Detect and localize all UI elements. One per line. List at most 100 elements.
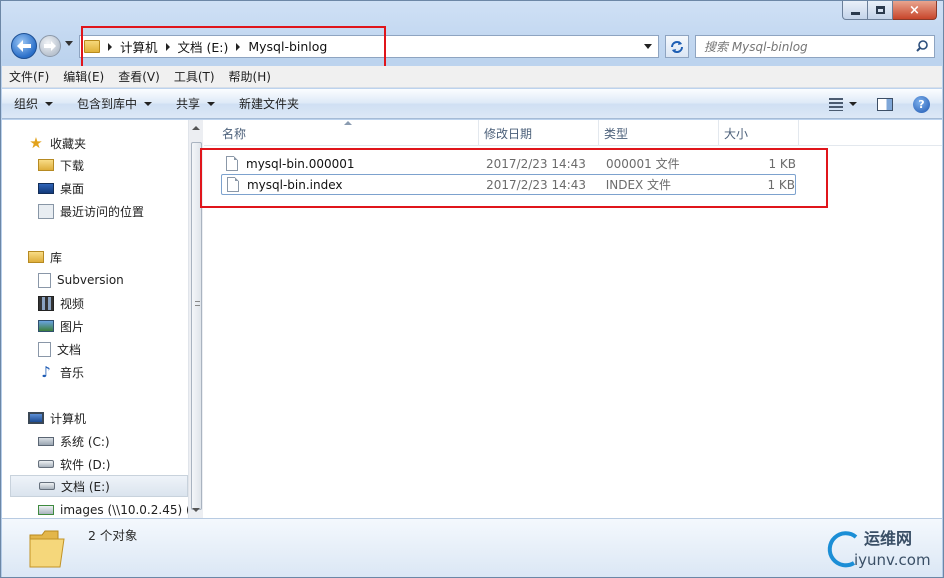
tree-desktop[interactable]: 桌面 bbox=[38, 177, 84, 199]
file-date: 2017/2/23 14:43 bbox=[486, 177, 587, 192]
file-row[interactable]: mysql-bin.index 2017/2/23 14:43 INDEX 文件… bbox=[221, 174, 796, 195]
breadcrumb-computer[interactable]: 计算机 bbox=[120, 37, 158, 56]
document-icon bbox=[38, 341, 51, 357]
file-icon bbox=[227, 177, 239, 192]
column-type-label: 类型 bbox=[604, 126, 629, 141]
grip-icon bbox=[195, 301, 200, 306]
tree-downloads[interactable]: 下载 bbox=[38, 154, 84, 176]
preview-pane-icon[interactable] bbox=[877, 97, 893, 111]
desktop-icon bbox=[38, 182, 54, 194]
tree-downloads-label: 下载 bbox=[60, 158, 85, 173]
column-name-header[interactable]: 名称 bbox=[204, 120, 479, 146]
breadcrumb-drive-e[interactable]: 文档 (E:) bbox=[178, 37, 229, 56]
chevron-right-icon[interactable] bbox=[108, 42, 112, 51]
tree-music-label: 音乐 bbox=[60, 365, 85, 380]
menu-view[interactable]: 查看(V) bbox=[111, 68, 167, 85]
scrollbar-thumb[interactable] bbox=[191, 142, 202, 510]
column-date-header[interactable]: 修改日期 bbox=[479, 120, 599, 146]
search-input[interactable] bbox=[696, 36, 906, 57]
menu-tools[interactable]: 工具(T) bbox=[167, 68, 222, 85]
file-name: mysql-bin.index bbox=[246, 177, 343, 192]
view-controls: ? bbox=[829, 89, 942, 119]
search-icon[interactable] bbox=[916, 40, 928, 52]
menu-file[interactable]: 文件(F) bbox=[2, 68, 56, 85]
address-dropdown-icon[interactable] bbox=[644, 44, 652, 49]
sort-ascending-icon bbox=[344, 121, 352, 125]
view-dropdown-icon[interactable] bbox=[849, 102, 857, 106]
tree-computer[interactable]: 计算机 bbox=[28, 407, 86, 429]
menu-help[interactable]: 帮助(H) bbox=[222, 68, 278, 85]
tree-subversion-label: Subversion bbox=[57, 273, 124, 287]
music-note-icon: ♪ bbox=[41, 362, 51, 381]
column-size-header[interactable]: 大小 bbox=[719, 120, 799, 146]
tree-recent-label: 最近访问的位置 bbox=[60, 204, 145, 219]
recent-places-icon bbox=[38, 203, 54, 219]
include-library-label: 包含到库中 bbox=[77, 97, 138, 111]
maximize-icon bbox=[875, 6, 885, 14]
back-button[interactable] bbox=[11, 33, 37, 59]
tree-drive-d[interactable]: 软件 (D:) bbox=[38, 453, 110, 475]
tree-documents-label: 文档 bbox=[57, 342, 82, 357]
maximize-button[interactable] bbox=[868, 1, 893, 20]
chevron-right-icon[interactable] bbox=[165, 42, 170, 51]
tree-recent-places[interactable]: 最近访问的位置 bbox=[38, 200, 144, 222]
include-library-button[interactable]: 包含到库中 bbox=[65, 95, 164, 112]
refresh-button[interactable] bbox=[665, 35, 689, 58]
picture-icon bbox=[38, 320, 54, 332]
navigation-scrollbar[interactable] bbox=[188, 120, 203, 518]
tree-videos-label: 视频 bbox=[60, 296, 85, 311]
computer-icon bbox=[28, 412, 44, 424]
menu-edit[interactable]: 编辑(E) bbox=[56, 68, 111, 85]
new-folder-label: 新建文件夹 bbox=[239, 97, 300, 111]
caption-buttons: × bbox=[842, 1, 937, 20]
tree-music[interactable]: ♪ 音乐 bbox=[38, 361, 84, 383]
scroll-down-icon[interactable] bbox=[192, 508, 200, 512]
explorer-body: ★ 收藏夹 下载 桌面 最近访问的位置 库 Subversion 视频 图片 文档… bbox=[2, 120, 942, 518]
forward-button[interactable] bbox=[39, 35, 61, 57]
explorer-window: × 计算机 文档 (E:) Mysql-binlog 文件(F) bbox=[0, 0, 944, 578]
network-drive-icon bbox=[38, 505, 54, 515]
drive-icon bbox=[38, 460, 54, 468]
tree-drive-c-label: 系统 (C:) bbox=[60, 434, 110, 449]
tree-drive-e[interactable]: 文档 (E:) bbox=[10, 475, 188, 497]
breadcrumb-mysql-binlog[interactable]: Mysql-binlog bbox=[248, 39, 327, 54]
view-details-icon[interactable] bbox=[829, 97, 843, 111]
scroll-up-icon[interactable] bbox=[192, 126, 200, 130]
minimize-button[interactable] bbox=[842, 1, 868, 20]
item-count: 2 个对象 bbox=[88, 528, 138, 543]
document-icon bbox=[38, 272, 51, 288]
tree-network-drive-label: images (\\10.0.2.45) (V bbox=[60, 503, 188, 517]
recent-pages-dropdown[interactable] bbox=[65, 41, 73, 46]
organize-label: 组织 bbox=[14, 97, 39, 111]
library-icon bbox=[28, 251, 44, 263]
column-size-label: 大小 bbox=[724, 126, 749, 141]
minimize-icon bbox=[850, 11, 860, 15]
file-row[interactable]: mysql-bin.000001 2017/2/23 14:43 000001 … bbox=[221, 153, 796, 174]
tree-computer-label: 计算机 bbox=[50, 411, 87, 426]
drive-icon bbox=[39, 482, 55, 490]
close-icon: × bbox=[909, 2, 920, 18]
tree-libraries[interactable]: 库 bbox=[28, 246, 62, 268]
tree-documents[interactable]: 文档 bbox=[38, 338, 81, 360]
chevron-right-icon[interactable] bbox=[236, 42, 241, 51]
tree-favorites[interactable]: ★ 收藏夹 bbox=[28, 132, 86, 154]
search-box[interactable] bbox=[695, 35, 935, 58]
details-pane: 2 个对象 运维网 iyunv.com bbox=[2, 518, 942, 577]
column-date-label: 修改日期 bbox=[484, 126, 533, 141]
tree-drive-c[interactable]: 系统 (C:) bbox=[38, 430, 110, 452]
menu-bar: 文件(F) 编辑(E) 查看(V) 工具(T) 帮助(H) bbox=[2, 66, 942, 88]
tree-subversion[interactable]: Subversion bbox=[38, 269, 124, 291]
file-type: 000001 文件 bbox=[606, 157, 680, 171]
star-icon: ★ bbox=[29, 133, 43, 152]
organize-button[interactable]: 组织 bbox=[2, 95, 65, 112]
column-type-header[interactable]: 类型 bbox=[599, 120, 719, 146]
tree-videos[interactable]: 视频 bbox=[38, 292, 84, 314]
new-folder-button[interactable]: 新建文件夹 bbox=[227, 95, 311, 112]
tree-pictures[interactable]: 图片 bbox=[38, 315, 84, 337]
tree-desktop-label: 桌面 bbox=[60, 181, 85, 196]
close-button[interactable]: × bbox=[893, 1, 937, 20]
help-icon[interactable]: ? bbox=[913, 95, 930, 113]
address-bar[interactable]: 计算机 文档 (E:) Mysql-binlog bbox=[79, 35, 659, 58]
share-button[interactable]: 共享 bbox=[164, 95, 227, 112]
file-type: INDEX 文件 bbox=[605, 178, 672, 192]
